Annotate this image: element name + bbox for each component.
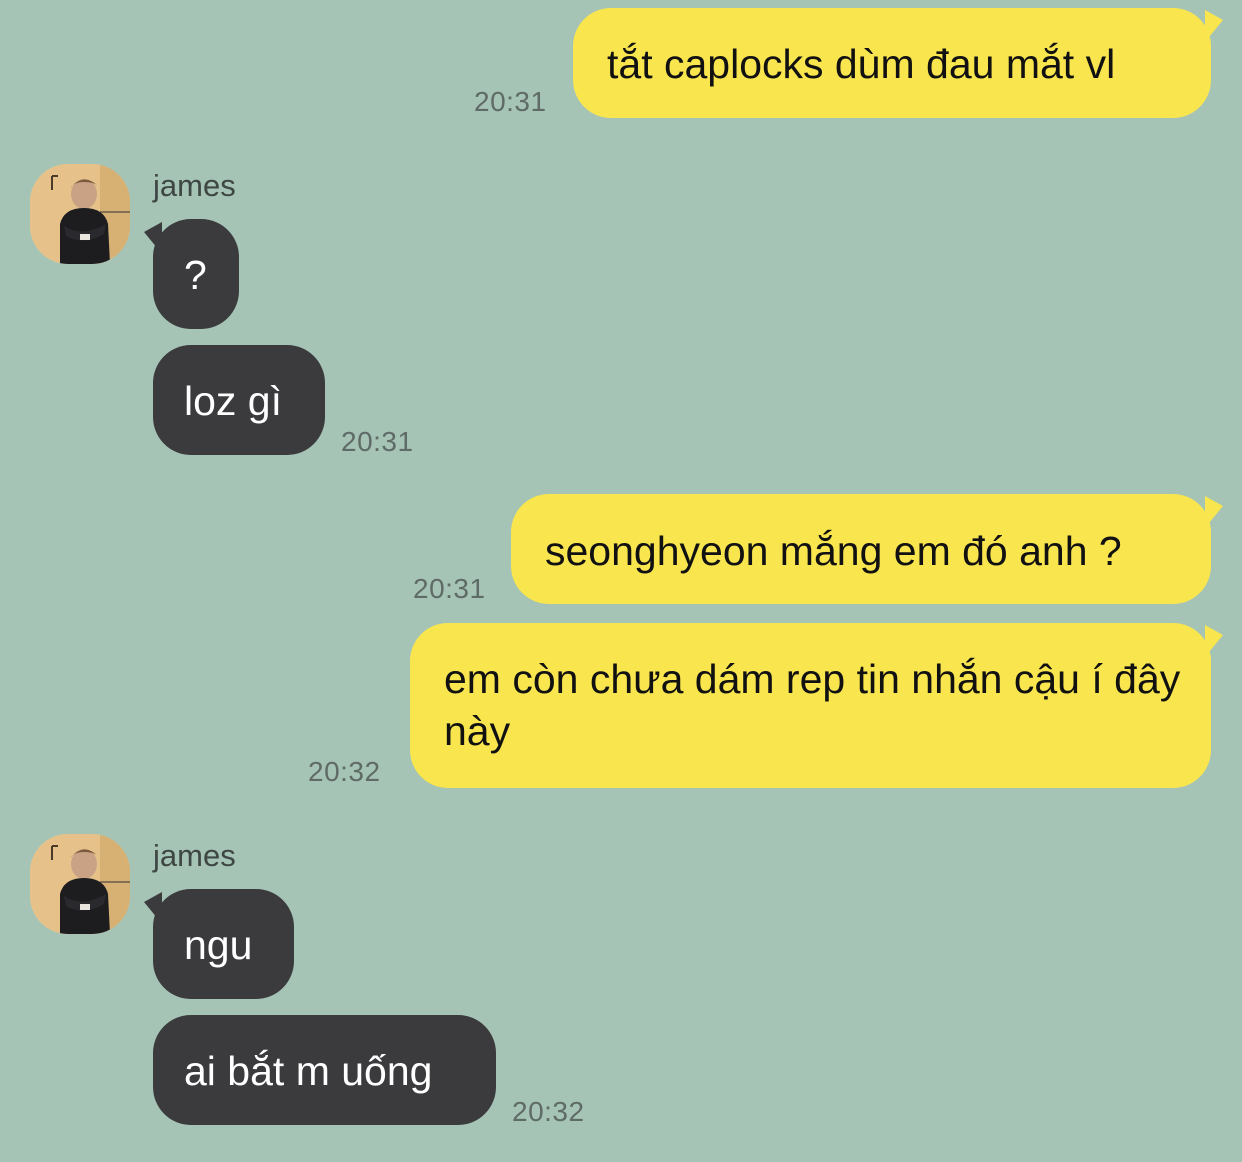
- their-message-bubble[interactable]: ?: [153, 219, 239, 329]
- sender-name: james: [153, 168, 236, 203]
- message-timestamp: 20:32: [308, 756, 381, 787]
- avatar-photo-icon: [30, 834, 130, 934]
- message-timestamp: 20:32: [512, 1096, 585, 1127]
- sender-name: james: [153, 838, 236, 873]
- their-message-bubble[interactable]: ngu: [153, 889, 294, 999]
- message-timestamp: 20:31: [341, 426, 414, 457]
- message-text: ?: [184, 252, 207, 298]
- bubble-tail: [1205, 10, 1223, 42]
- message-timestamp: 20:31: [413, 573, 486, 604]
- avatar[interactable]: [30, 164, 130, 264]
- their-message-bubble[interactable]: loz gì: [153, 345, 325, 455]
- message-text: loz gì: [184, 378, 282, 424]
- message-text: tắt caplocks dùm đau mắt vl: [607, 41, 1116, 87]
- message-text: ngu: [184, 922, 253, 968]
- message-text: seonghyeon mắng em đó anh ?: [545, 528, 1122, 574]
- bubble-tail: [1205, 496, 1223, 528]
- my-message-bubble[interactable]: seonghyeon mắng em đó anh ?: [511, 494, 1211, 604]
- bubble-tail: [144, 222, 162, 254]
- bubble-tail: [1205, 625, 1223, 657]
- my-message-bubble[interactable]: tắt caplocks dùm đau mắt vl: [573, 8, 1211, 118]
- avatar[interactable]: [30, 834, 130, 934]
- chat-thread: tắt caplocks dùm đau mắt vl 20:31 james …: [0, 0, 1242, 1162]
- bubble-tail: [144, 892, 162, 924]
- my-message-bubble[interactable]: em còn chưa dám rep tin nhắn cậu í đây n…: [410, 623, 1211, 788]
- their-message-bubble[interactable]: ai bắt m uống: [153, 1015, 496, 1125]
- message-text: em còn chưa dám rep tin nhắn cậu í đây n…: [444, 656, 1181, 754]
- message-timestamp: 20:31: [474, 86, 547, 117]
- message-text: ai bắt m uống: [184, 1048, 433, 1094]
- avatar-photo-icon: [30, 164, 130, 264]
